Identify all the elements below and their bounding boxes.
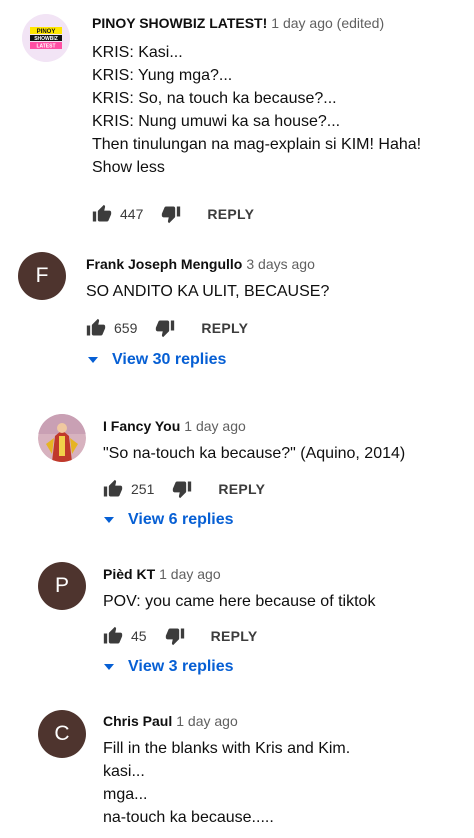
thumbs-down-icon[interactable] — [161, 204, 181, 224]
like-count: 447 — [120, 206, 144, 222]
avatar[interactable]: C — [38, 710, 86, 758]
comment-actions: 251 REPLY — [103, 479, 265, 499]
reply-button[interactable]: REPLY — [207, 206, 254, 222]
view-replies-label: View 6 replies — [128, 511, 234, 528]
comment-text: POV: you came here because of tiktok — [103, 590, 375, 613]
comment-header: I Fancy You 1 day ago — [103, 418, 246, 434]
reply-button[interactable]: REPLY — [201, 320, 248, 336]
profile-photo-icon — [38, 414, 86, 462]
author-name[interactable]: I Fancy You — [103, 418, 180, 434]
comment-line: KRIS: So, na touch ka because?... — [92, 90, 337, 107]
comment-header: Pièd KT 1 day ago — [103, 566, 221, 582]
view-replies-button[interactable]: View 6 replies — [104, 511, 234, 529]
avatar-letter: F — [35, 264, 49, 287]
avatar[interactable]: P — [38, 562, 86, 610]
view-replies-label: View 3 replies — [128, 658, 234, 675]
thumbs-down-icon[interactable] — [165, 626, 185, 646]
view-replies-label: View 30 replies — [112, 351, 227, 368]
comment-text: SO ANDITO KA ULIT, BECAUSE? — [86, 280, 329, 303]
comment-line: na-touch ka because..... — [103, 809, 274, 826]
avatar[interactable]: F — [18, 252, 66, 300]
like-count: 251 — [131, 481, 155, 497]
logo-text: PINOY — [37, 29, 56, 35]
comment-time[interactable]: 1 day ago (edited) — [271, 15, 384, 31]
reply-button[interactable]: REPLY — [211, 628, 258, 644]
comment-text: "So na-touch ka because?" (Aquino, 2014) — [103, 442, 405, 465]
chevron-down-icon — [104, 664, 114, 670]
avatar-letter: P — [54, 574, 69, 597]
show-less-link[interactable]: Show less — [92, 156, 421, 179]
avatar[interactable]: PINOY SHOWBIZ LATEST — [22, 14, 70, 62]
comment-time[interactable]: 3 days ago — [246, 256, 315, 272]
comment-header: Chris Paul 1 day ago — [103, 713, 238, 729]
like-count: 45 — [131, 628, 147, 644]
thumbs-down-icon[interactable] — [172, 479, 192, 499]
view-replies-button[interactable]: View 3 replies — [104, 658, 234, 676]
chevron-down-icon — [88, 357, 98, 363]
author-name[interactable]: PINOY SHOWBIZ LATEST! — [92, 15, 267, 31]
author-name[interactable]: Pièd KT — [103, 566, 155, 582]
avatar[interactable] — [38, 414, 86, 462]
chevron-down-icon — [104, 517, 114, 523]
thumbs-up-icon[interactable] — [103, 626, 123, 646]
comment-time[interactable]: 1 day ago — [159, 566, 221, 582]
comment-text: Fill in the blanks with Kris and Kim. ka… — [103, 737, 350, 829]
comment-line: mga... — [103, 786, 148, 803]
comment-time[interactable]: 1 day ago — [176, 713, 238, 729]
comment-actions: 447 REPLY — [92, 204, 254, 224]
logo-text: LATEST — [36, 44, 55, 50]
thumbs-down-icon[interactable] — [155, 318, 175, 338]
comment-line: KRIS: Kasi... — [92, 44, 183, 61]
comment-line: KRIS: Nung umuwi ka sa house?... — [92, 113, 341, 130]
comment-time[interactable]: 1 day ago — [184, 418, 246, 434]
comment-line: KRIS: Yung mga?... — [92, 67, 233, 84]
channel-logo-icon: PINOY SHOWBIZ LATEST — [22, 14, 70, 62]
comment-header: PINOY SHOWBIZ LATEST! 1 day ago (edited) — [92, 15, 384, 31]
comment-line: Then tinulungan na mag-explain si KIM! H… — [92, 136, 422, 153]
comment-line: Fill in the blanks with Kris and Kim. — [103, 740, 351, 757]
author-name[interactable]: Chris Paul — [103, 713, 172, 729]
comment-actions: 659 REPLY — [86, 318, 248, 338]
thumbs-up-icon[interactable] — [86, 318, 106, 338]
comment-line: kasi... — [103, 763, 145, 780]
thumbs-up-icon[interactable] — [92, 204, 112, 224]
comment-line: "So na-touch ka because?" (Aquino, 2014) — [103, 445, 406, 462]
logo-text: SHOWBIZ — [34, 36, 58, 42]
comment-header: Frank Joseph Mengullo 3 days ago — [86, 256, 315, 272]
view-replies-button[interactable]: View 30 replies — [88, 351, 226, 369]
like-count: 659 — [114, 320, 138, 336]
comment-text: KRIS: Kasi... KRIS: Yung mga?... KRIS: S… — [92, 41, 421, 179]
thumbs-up-icon[interactable] — [103, 479, 123, 499]
comment-actions: 45 REPLY — [103, 626, 257, 646]
author-name[interactable]: Frank Joseph Mengullo — [86, 256, 242, 272]
comment-line: SO ANDITO KA ULIT, BECAUSE? — [86, 283, 330, 300]
avatar-letter: C — [54, 722, 70, 745]
reply-button[interactable]: REPLY — [218, 481, 265, 497]
comment-line: POV: you came here because of tiktok — [103, 593, 376, 610]
